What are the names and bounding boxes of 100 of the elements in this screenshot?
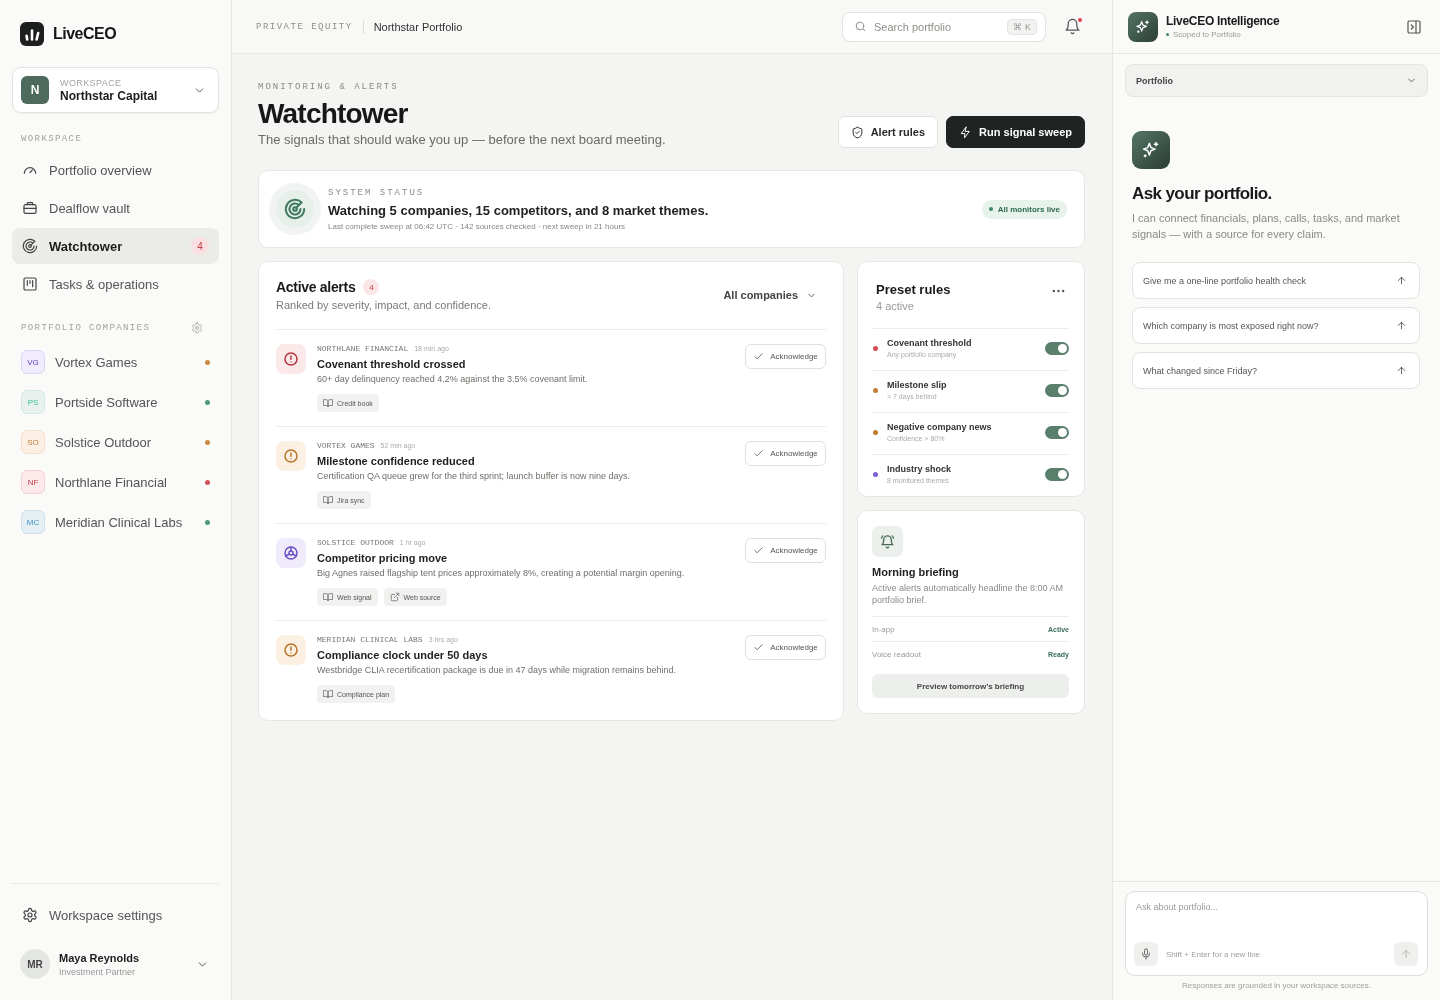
suggestion-button[interactable]: Give me a one-line portfolio health check	[1132, 262, 1420, 299]
ringing-bell-icon	[872, 526, 903, 557]
arrow-up-icon	[1396, 275, 1407, 286]
channel-name: In-app	[872, 624, 895, 634]
card-title: Preset rules	[876, 282, 951, 298]
nav-item[interactable]: Dealflow vault	[12, 190, 219, 226]
workspace-avatar: N	[21, 76, 49, 104]
assistant-scope: Scoped to Portfolio	[1173, 30, 1241, 39]
alert-icon	[276, 441, 306, 471]
alert-description: Big Agnes raised flagship tent prices approximately 8%, creating a potential margin opening.	[317, 567, 686, 579]
nav-item[interactable]: Tasks & operations	[12, 266, 219, 302]
microphone-button[interactable]	[1134, 942, 1158, 966]
user-role: Investment Partner	[59, 966, 137, 977]
assistant-heading: Ask your portfolio.	[1132, 183, 1273, 205]
company-label: SOLSTICE OUTDOOR	[317, 538, 394, 547]
company-item[interactable]: MC Meridian Clinical Labs	[12, 504, 219, 540]
preview-briefing-button[interactable]: Preview tomorrow’s briefing	[872, 674, 1069, 698]
settings-item[interactable]: Workspace settings	[12, 898, 219, 932]
rule-name: Negative company news	[887, 421, 993, 433]
company-avatar: VG	[21, 350, 45, 374]
status-pill-text: All monitors live	[997, 204, 1060, 214]
aperture-icon	[276, 538, 306, 568]
count-badge: 4	[363, 279, 380, 295]
radar-icon	[22, 238, 38, 254]
alert-title: Covenant threshold crossed	[317, 357, 467, 371]
microphone-icon	[1140, 948, 1152, 960]
card-subtitle: Ranked by severity, impact, and confidence.	[276, 299, 492, 311]
scope-dropdown[interactable]: Portfolio	[1125, 64, 1428, 97]
suggestion-button[interactable]: Which company is most exposed right now?	[1132, 307, 1420, 344]
nav-item[interactable]: Portfolio overview	[12, 152, 219, 188]
status-dot-icon	[1166, 33, 1169, 36]
acknowledge-button[interactable]: Acknowledge	[745, 344, 826, 369]
rule-name: Covenant threshold	[887, 337, 973, 349]
page-title: Watchtower	[258, 97, 409, 131]
company-item[interactable]: PS Portside Software	[12, 384, 219, 420]
book-icon	[323, 495, 333, 505]
check-icon	[753, 448, 765, 459]
acknowledge-button[interactable]: Acknowledge	[745, 441, 826, 466]
arrow-up-icon	[1400, 948, 1412, 960]
alert-description: Certification QA queue grew for the third sprint; launch buffer is now nine days.	[317, 470, 631, 482]
bell-icon	[1064, 18, 1081, 35]
alert-title: Competitor pricing move	[317, 551, 449, 565]
check-icon	[753, 351, 765, 362]
brand-name: LiveCEO	[53, 25, 117, 43]
book-icon	[323, 398, 333, 408]
assistant-title: LiveCEO Intelligence	[1166, 14, 1281, 28]
sparkle-icon	[1132, 131, 1170, 169]
section-heading: WORKSPACE	[20, 134, 84, 144]
company-avatar: NF	[21, 470, 45, 494]
breadcrumb-section: PRIVATE EQUITY	[256, 21, 353, 32]
user-avatar: MR	[20, 949, 50, 979]
company-item[interactable]: SO Solstice Outdoor	[12, 424, 219, 460]
more-icon[interactable]	[1052, 289, 1065, 293]
toggle-switch[interactable]	[1045, 384, 1069, 397]
breadcrumb-title: Northstar Portfolio	[373, 20, 463, 33]
company-avatar: PS	[21, 390, 45, 414]
shield-icon	[850, 125, 864, 139]
alert-icon	[276, 344, 306, 374]
rule-name: Milestone slip	[887, 379, 948, 391]
rule-name: Industry shock	[887, 463, 952, 475]
workspace-switcher[interactable]: N WORKSPACE Northstar Capital	[12, 67, 219, 113]
external-link-icon	[389, 592, 400, 602]
assistant-footnote: Responses are grounded in your workspace sources.	[1181, 981, 1372, 990]
company-label: MERIDIAN CLINICAL LABS	[317, 635, 423, 644]
message-input[interactable]: Ask about portfolio...	[1126, 892, 1427, 942]
toggle-switch[interactable]	[1045, 342, 1069, 355]
lightning-icon	[959, 125, 973, 139]
user-menu[interactable]: MR Maya Reynolds Investment Partner	[12, 946, 219, 982]
status-eyebrow: SYSTEM STATUS	[328, 187, 426, 199]
toggle-switch[interactable]	[1045, 426, 1069, 439]
shortcut-hint: ⌘ K	[1007, 18, 1037, 35]
company-filter-dropdown[interactable]: All companies	[723, 289, 817, 301]
logo-icon	[20, 22, 44, 46]
card-title: Morning briefing	[872, 565, 960, 579]
workspace-label: WORKSPACE	[60, 77, 123, 88]
suggestion-button[interactable]: What changed since Friday?	[1132, 352, 1420, 389]
book-icon	[323, 689, 333, 699]
card-subtitle: 4 active	[876, 300, 915, 312]
notifications-button[interactable]	[1064, 17, 1082, 36]
company-avatar: MC	[21, 510, 45, 534]
acknowledge-button[interactable]: Acknowledge	[745, 635, 826, 660]
check-icon	[753, 642, 765, 653]
alert-rules-button[interactable]: Alert rules	[837, 116, 939, 148]
status-headline: Watching 5 companies, 15 competitors, and 8 market themes.	[328, 203, 709, 219]
alert-description: Westbridge CLIA recertification package is due in 47 days while migration remains behind.	[317, 664, 678, 676]
alert-title: Compliance clock under 50 days	[317, 648, 489, 662]
company-item[interactable]: VG Vortex Games	[12, 344, 219, 380]
company-item[interactable]: NF Northlane Financial	[12, 464, 219, 500]
run-sweep-button[interactable]: Run signal sweep	[946, 116, 1085, 148]
alert-title: Milestone confidence reduced	[317, 454, 476, 468]
collapse-panel-icon[interactable]	[1406, 18, 1422, 35]
toggle-switch[interactable]	[1045, 468, 1069, 481]
board-icon	[22, 276, 38, 292]
nav-item[interactable]: Watchtower 4	[12, 228, 219, 264]
acknowledge-button[interactable]: Acknowledge	[745, 538, 826, 563]
card-title: Active alerts	[276, 279, 356, 295]
book-icon	[323, 592, 333, 602]
company-avatar: SO	[21, 430, 45, 454]
search-input[interactable]: Search portfolio	[874, 20, 1001, 33]
alert-description: 60+ day delinquency reached 4.2% against the 3.5% covenant limit.	[317, 373, 589, 385]
